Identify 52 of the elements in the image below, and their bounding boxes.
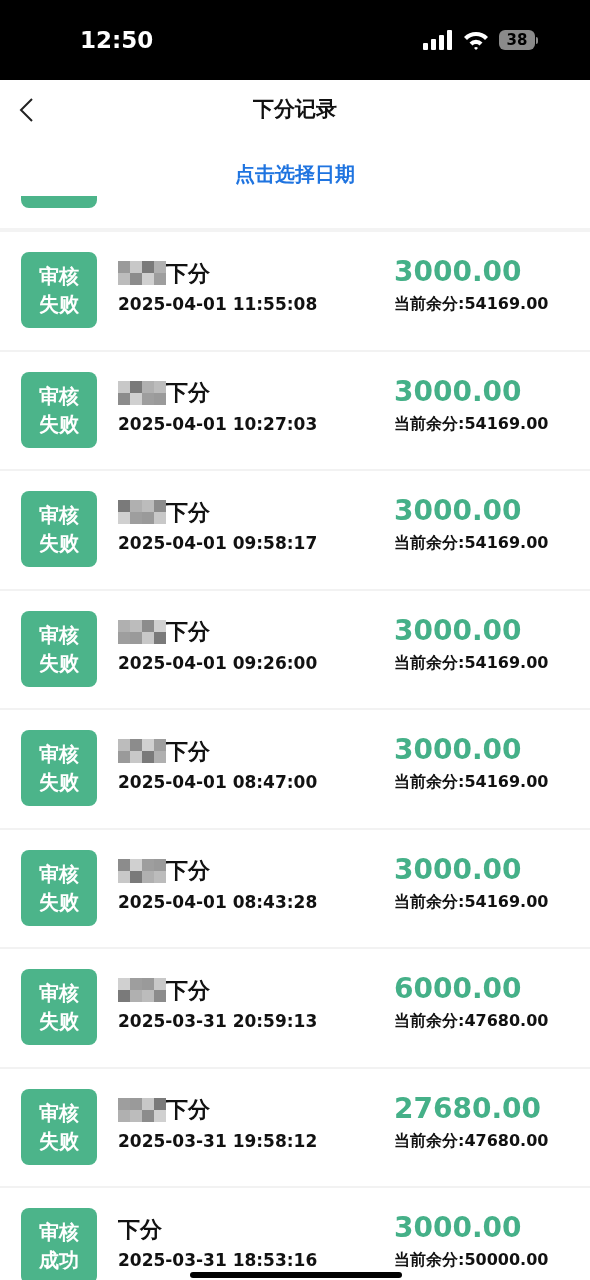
status-badge: 审核失败 <box>21 730 97 806</box>
record-title: 下分 <box>166 379 210 407</box>
status-badge: 审核失败 <box>21 969 97 1045</box>
page-title: 下分记录 <box>253 96 337 124</box>
status-badge: 审核失败 <box>21 1088 97 1165</box>
record-time: 2025-04-01 10:27:03 <box>118 412 319 435</box>
record-time: 2025-04-01 11:55:08 <box>118 293 319 315</box>
record-title: 下分 <box>166 737 210 766</box>
amount: 3000.00 <box>394 612 522 649</box>
balance: 当前余分:47680.00 <box>394 1129 549 1152</box>
amount: 3000.00 <box>394 254 522 290</box>
signal-icon <box>423 30 453 50</box>
balance: 当前余分:50000.00 <box>394 1249 549 1271</box>
record-title: 下分 <box>166 857 210 885</box>
record-time: 2025-04-01 08:43:28 <box>118 890 319 913</box>
amount: 6000.00 <box>394 971 522 1007</box>
status-badge: 审核失败 <box>21 491 97 567</box>
status-time: 12:50 <box>80 25 154 55</box>
record-time: 2025-04-01 08:47:00 <box>118 771 319 793</box>
date-picker-link[interactable]: 点击选择日期 <box>235 160 355 188</box>
record-title: 下分 <box>166 259 210 288</box>
wifi-icon <box>463 30 489 50</box>
balance: 当前余分:54169.00 <box>394 293 549 315</box>
amount: 3000.00 <box>394 1210 522 1246</box>
balance: 当前余分:54169.00 <box>394 771 549 793</box>
status-badge: 审核失败 <box>21 252 97 328</box>
balance: 当前余分:54169.00 <box>394 890 549 913</box>
record-time: 2025-03-31 20:59:13 <box>118 1010 319 1032</box>
record-title: 下分 <box>166 1096 210 1124</box>
status-badge: 审核失败 <box>21 610 97 687</box>
amount: 3000.00 <box>394 732 522 768</box>
record-time: 2025-03-31 18:53:16 <box>118 1249 319 1271</box>
back-icon[interactable] <box>18 97 34 123</box>
amount: 3000.00 <box>394 493 522 529</box>
amount: 3000.00 <box>394 851 522 888</box>
amount: 3000.00 <box>394 373 522 410</box>
balance: 当前余分:54169.00 <box>394 412 549 435</box>
record-title: 下分 <box>118 1215 162 1244</box>
record-time: 2025-04-01 09:58:17 <box>118 532 319 554</box>
status-badge: 审核失败 <box>21 849 97 926</box>
battery-icon: 38 <box>499 30 538 50</box>
balance: 当前余分:54169.00 <box>394 532 549 554</box>
record-title: 下分 <box>166 976 210 1005</box>
status-badge: 审核成功 <box>21 1208 97 1280</box>
balance: 当前余分:54169.00 <box>394 651 549 674</box>
record-title: 下分 <box>166 618 210 646</box>
record-time: 2025-03-31 19:58:12 <box>118 1129 319 1152</box>
record-time: 2025-04-01 09:26:00 <box>118 651 319 674</box>
record-title: 下分 <box>166 498 210 527</box>
amount: 27680.00 <box>394 1090 541 1127</box>
balance: 当前余分:47680.00 <box>394 1010 549 1032</box>
status-badge: 审核失败 <box>21 371 97 448</box>
